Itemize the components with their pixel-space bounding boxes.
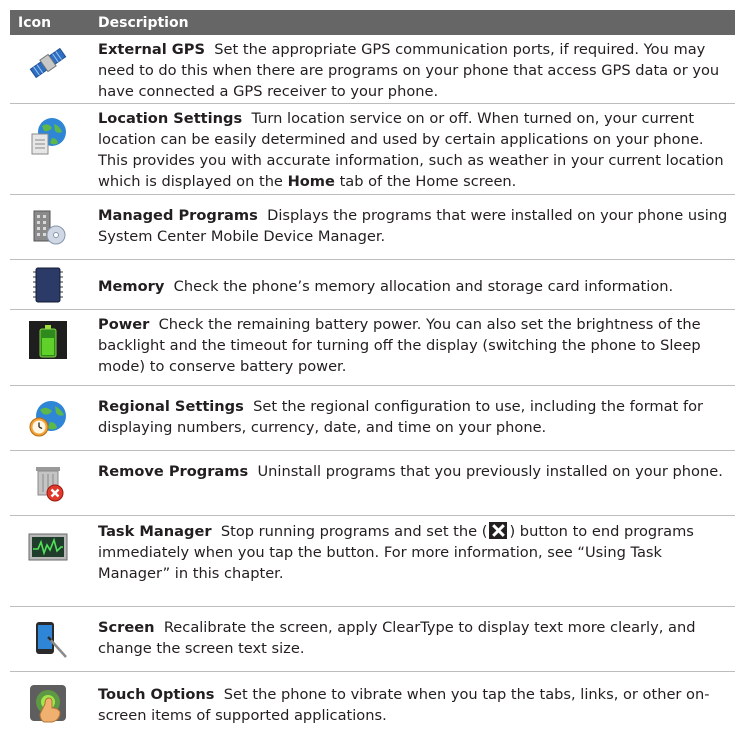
table-row: External GPS Set the appropriate GPS com… [10, 35, 735, 104]
row-text: Check the remaining battery power. You c… [98, 316, 701, 375]
row-title: Regional Settings [98, 398, 244, 415]
row-title: Touch Options [98, 686, 215, 703]
table-row: Remove Programs Uninstall programs that … [10, 451, 735, 516]
table-row: Screen Recalibrate the screen, apply Cle… [10, 607, 735, 672]
header-description-column: Description [98, 14, 189, 31]
task-monitor-icon [28, 533, 68, 561]
satellite-icon [29, 47, 67, 79]
row-text: Stop running programs and set the ( [220, 523, 488, 540]
table-header: Icon Description [10, 10, 735, 35]
row-text: Recalibrate the screen, apply ClearType … [98, 619, 696, 657]
row-title: Screen [98, 619, 155, 636]
row-title: Location Settings [98, 110, 243, 127]
row-title: Power [98, 316, 150, 333]
table-row: Managed Programs Displays the programs t… [10, 195, 735, 260]
row-title: Memory [98, 278, 165, 295]
row-title: Managed Programs [98, 207, 258, 224]
table-row: Memory Check the phone’s memory allocati… [10, 260, 735, 310]
table-row: Power Check the remaining battery power.… [10, 310, 735, 386]
header-icon-column: Icon [18, 14, 52, 31]
row-title: External GPS [98, 41, 205, 58]
table-row: Regional Settings Set the regional confi… [10, 386, 735, 451]
home-tab-word: Home [287, 173, 335, 190]
table-row: Task Manager Stop running programs and s… [10, 516, 735, 607]
globe-document-icon [31, 118, 66, 155]
building-disc-icon [33, 210, 66, 245]
settings-table: Icon Description External GPS Set the ap… [10, 10, 735, 732]
battery-icon [29, 321, 67, 359]
globe-clock-icon [29, 401, 66, 437]
row-title: Remove Programs [98, 463, 249, 480]
trash-remove-icon [36, 467, 64, 502]
table-row: Location Settings Turn location service … [10, 104, 735, 195]
finger-touch-icon [30, 685, 66, 723]
row-title: Task Manager [98, 523, 212, 540]
row-text: Uninstall programs that you previously i… [257, 463, 723, 480]
memory-chip-icon [33, 267, 63, 303]
phone-stylus-icon [36, 622, 67, 658]
table-row: Touch Options Set the phone to vibrate w… [10, 672, 735, 732]
close-x-icon [489, 522, 508, 539]
row-text: Check the phone’s memory allocation and … [173, 278, 674, 295]
row-text-after: tab of the Home screen. [339, 173, 517, 190]
